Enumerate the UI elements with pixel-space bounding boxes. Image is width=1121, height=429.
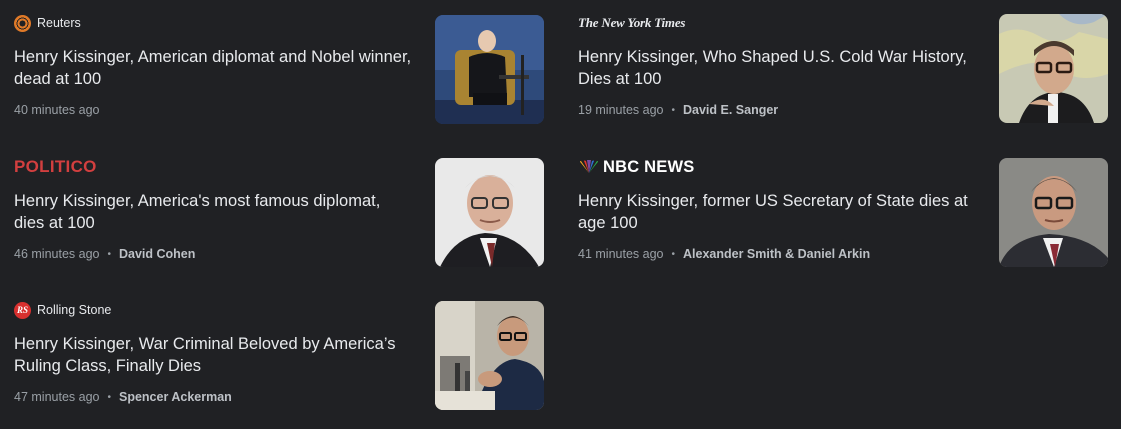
- nbc-peacock-icon: [578, 160, 600, 174]
- rolling-stone-icon: RS: [14, 301, 31, 319]
- source-name: Rolling Stone: [37, 303, 112, 317]
- article-thumbnail[interactable]: [999, 14, 1108, 123]
- article-card-rolling-stone[interactable]: RS Rolling Stone Henry Kissinger, War Cr…: [14, 301, 544, 413]
- kissinger-portrait-world-map-photo: [999, 14, 1108, 123]
- reuters-logo-icon: [14, 14, 31, 32]
- kissinger-elderly-portrait-photo: [435, 158, 544, 267]
- kissinger-seated-on-stage-photo: [435, 15, 544, 124]
- article-thumbnail[interactable]: [435, 15, 544, 124]
- timestamp: 40 minutes ago: [14, 103, 100, 117]
- separator-dot: •: [107, 391, 111, 403]
- article-thumbnail[interactable]: [435, 158, 544, 267]
- timestamp: 46 minutes ago: [14, 247, 100, 261]
- author: David Cohen: [119, 247, 196, 261]
- article-meta: 47 minutes ago • Spencer Ackerman: [14, 390, 232, 404]
- politico-logo: POLITICO: [14, 157, 97, 176]
- author: Alexander Smith & Daniel Arkin: [683, 247, 871, 261]
- timestamp: 41 minutes ago: [578, 247, 664, 261]
- kissinger-press-conference-photo: [435, 301, 544, 410]
- kissinger-official-portrait-photo: [999, 158, 1108, 267]
- headline-link[interactable]: Henry Kissinger, American diplomat and N…: [14, 46, 414, 90]
- article-thumbnail[interactable]: [435, 301, 544, 410]
- article-meta: 41 minutes ago • Alexander Smith & Danie…: [578, 247, 870, 261]
- timestamp: 47 minutes ago: [14, 390, 100, 404]
- article-card-nbc[interactable]: NBC NEWS Henry Kissinger, former US Secr…: [578, 158, 1108, 270]
- timestamp: 19 minutes ago: [578, 103, 664, 117]
- headline-link[interactable]: Henry Kissinger, America's most famous d…: [14, 190, 414, 234]
- article-card-reuters[interactable]: Reuters Henry Kissinger, American diplom…: [14, 14, 544, 126]
- source-name: NBC NEWS: [603, 157, 695, 176]
- author: David E. Sanger: [683, 103, 779, 117]
- article-meta: 46 minutes ago • David Cohen: [14, 247, 195, 261]
- article-card-politico[interactable]: POLITICO Henry Kissinger, America's most…: [14, 157, 544, 270]
- author: Spencer Ackerman: [119, 390, 232, 404]
- separator-dot: •: [671, 248, 675, 260]
- article-thumbnail[interactable]: [999, 158, 1108, 267]
- article-meta: 19 minutes ago • David E. Sanger: [578, 103, 778, 117]
- separator-dot: •: [671, 104, 675, 116]
- article-card-nyt[interactable]: The New York Times Henry Kissinger, Who …: [578, 14, 1108, 126]
- source-name: Reuters: [37, 16, 81, 30]
- headline-link[interactable]: Henry Kissinger, Who Shaped U.S. Cold Wa…: [578, 46, 978, 90]
- headline-link[interactable]: Henry Kissinger, War Criminal Beloved by…: [14, 333, 414, 377]
- separator-dot: •: [107, 248, 111, 260]
- article-meta: 40 minutes ago: [14, 103, 99, 117]
- nyt-logo: The New York Times: [578, 15, 686, 30]
- headline-link[interactable]: Henry Kissinger, former US Secretary of …: [578, 190, 978, 234]
